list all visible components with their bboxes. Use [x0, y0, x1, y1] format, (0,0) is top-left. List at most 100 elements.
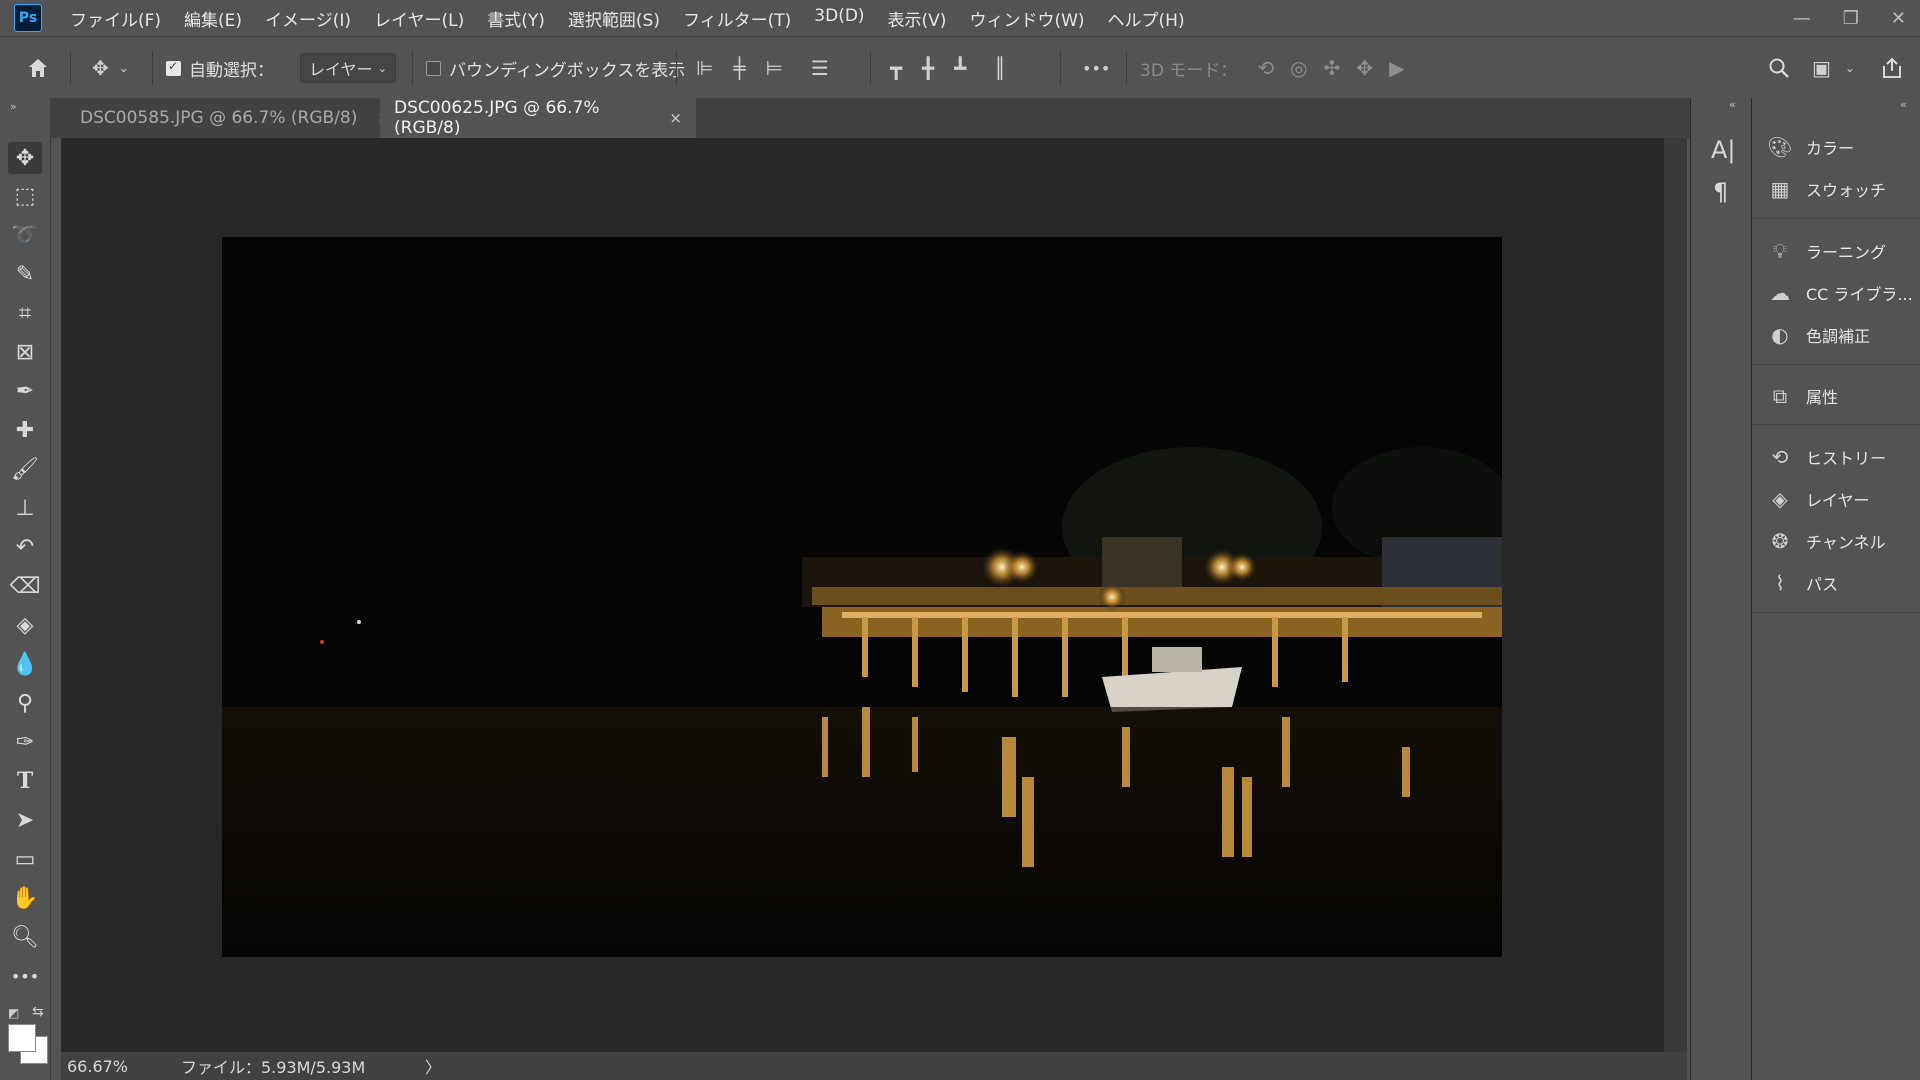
healing-tool[interactable]: ✚ [8, 414, 42, 446]
stamp-tool[interactable]: ⊥ [8, 492, 42, 524]
panel-layers[interactable]: ◈ レイヤー [1766, 482, 1870, 516]
adjustments-icon: ◐ [1771, 323, 1789, 347]
zoom-level[interactable]: 66.67% [67, 1057, 143, 1076]
menu-edit[interactable]: 編集(E) [184, 6, 242, 31]
brush-tool[interactable]: 🖌 [8, 453, 42, 485]
status-menu-icon[interactable]: 〉 [425, 1054, 441, 1078]
close-window-icon[interactable]: ✕ [1891, 8, 1906, 29]
more-icon: ••• [10, 966, 40, 986]
panel-paths[interactable]: ⌇ パス [1766, 566, 1838, 600]
menu-image[interactable]: イメージ(I) [265, 6, 351, 31]
crop-icon: ⌗ [18, 300, 32, 326]
type-tool[interactable]: T [8, 765, 42, 797]
layer-select[interactable]: レイヤー ⌄ [300, 37, 396, 99]
close-icon[interactable]: × [669, 109, 682, 127]
chevron-down-icon: ⌄ [118, 61, 129, 75]
restore-icon[interactable]: ❐ [1843, 8, 1859, 29]
move-tool[interactable]: ✥ [8, 142, 42, 174]
move-tool-preset[interactable]: ✥ ⌄ [92, 37, 129, 99]
align-vertical-group: ┳ ╋ ┻ ║ [890, 37, 1006, 99]
move-icon: ✥ [92, 56, 109, 80]
menu-type[interactable]: 書式(Y) [487, 6, 545, 31]
rectangle-tool[interactable]: ▭ [8, 843, 42, 875]
default-colors-icon[interactable]: ◩ [8, 1006, 19, 1020]
panel-properties[interactable]: ⧉ 属性 [1766, 379, 1838, 413]
panel-color[interactable]: 🎨︎ カラー [1766, 130, 1854, 164]
orbit-icon[interactable]: ⟲ [1257, 56, 1274, 80]
search-button[interactable] [1768, 37, 1790, 99]
align-bottom-icon[interactable]: ┻ [954, 56, 966, 80]
expand-tools-icon[interactable]: » [10, 100, 17, 113]
slide-icon[interactable]: ✥ [1356, 56, 1373, 80]
swap-colors-icon[interactable]: ⇆ [32, 1004, 44, 1020]
distribute-vertical-icon[interactable]: ║ [994, 56, 1006, 80]
paragraph-icon[interactable]: ¶ [1713, 178, 1728, 206]
panel-channels[interactable]: ❂ チャンネル [1766, 524, 1886, 558]
share-button[interactable] [1880, 37, 1904, 99]
menu-filter[interactable]: フィルター(T) [683, 6, 791, 31]
dodge-tool[interactable]: ⚲ [8, 687, 42, 719]
auto-select-check-icon [166, 59, 181, 76]
collapse-panels-icon[interactable]: « [1900, 98, 1907, 111]
camera-icon[interactable]: ▶ [1389, 56, 1404, 80]
menu-layer[interactable]: レイヤー(L) [374, 6, 464, 31]
blur-tool[interactable]: 💧 [8, 648, 42, 680]
panel-swatches[interactable]: ▦ スウォッチ [1766, 172, 1886, 206]
menu-help[interactable]: ヘルプ(H) [1108, 6, 1185, 31]
path-select-tool[interactable]: ➤ [8, 804, 42, 836]
menu-view[interactable]: 表示(V) [888, 6, 947, 31]
menu-select[interactable]: 選択範囲(S) [568, 6, 660, 31]
align-right-icon[interactable]: ⊨ [765, 56, 782, 80]
distribute-icon[interactable]: ☰ [811, 56, 829, 80]
foreground-color-swatch[interactable] [8, 1024, 36, 1052]
roll-icon[interactable]: ◎ [1290, 56, 1307, 80]
align-top-icon[interactable]: ┳ [890, 56, 902, 80]
auto-select-checkbox[interactable]: 自動選択： [166, 37, 274, 99]
cc-libraries-icon: ☁ [1770, 281, 1790, 305]
history-brush-tool[interactable]: ↶ [8, 531, 42, 563]
menu-3d[interactable]: 3D(D) [814, 6, 864, 31]
character-icon[interactable]: A| [1711, 136, 1736, 164]
window-controls: — ❐ ✕ [1761, 0, 1906, 36]
crop-tool[interactable]: ⌗ [8, 297, 42, 329]
align-center-icon[interactable]: ╪ [733, 56, 745, 80]
pen-tool[interactable]: ✑ [8, 726, 42, 758]
frame-tool[interactable]: ⊠ [8, 336, 42, 368]
tab-dsc00585[interactable]: DSC00585.JPG @ 66.7% (RGB/8) × [66, 98, 404, 138]
history-brush-icon: ↶ [15, 534, 35, 560]
quick-select-tool[interactable]: ✎ [8, 258, 42, 290]
hand-tool[interactable]: ✋ [8, 882, 42, 914]
panel-learn[interactable]: 💡︎ ラーニング [1766, 234, 1886, 268]
collapse-icon[interactable]: « [1729, 98, 1736, 111]
paint-bucket-tool[interactable]: ◈ [8, 609, 42, 641]
minimize-icon[interactable]: — [1793, 8, 1811, 29]
align-middle-icon[interactable]: ╋ [922, 56, 934, 80]
lasso-tool[interactable]: ➰ [8, 219, 42, 251]
bounding-box-checkbox[interactable]: バウンディングボックスを表示 [426, 37, 685, 99]
vertical-scrollbar[interactable] [1664, 138, 1687, 1052]
arrow-icon: ➤ [15, 807, 35, 833]
marquee-tool[interactable]: ⬚ [8, 180, 42, 212]
brush-icon: 🖌 [11, 456, 39, 482]
bulb-icon: 💡︎ [1773, 239, 1787, 263]
more-tools-button[interactable]: ••• [8, 960, 42, 992]
menu-file[interactable]: ファイル(F) [70, 6, 161, 31]
panel-label: レイヤー [1806, 491, 1870, 510]
auto-select-label: 自動選択： [189, 60, 274, 81]
workspace-button[interactable]: ▣ ⌄ [1812, 37, 1855, 99]
pan-icon[interactable]: ✣ [1324, 56, 1341, 80]
zoom-tool[interactable]: 🔍︎ [8, 921, 42, 953]
tab-dsc00625[interactable]: DSC00625.JPG @ 66.7% (RGB/8) × [380, 98, 696, 138]
document-image[interactable] [222, 237, 1502, 957]
panel-cc-libraries[interactable]: ☁ CC ライブラ... [1766, 276, 1913, 310]
menu-window[interactable]: ウィンドウ(W) [969, 6, 1084, 31]
panel-adjustments[interactable]: ◐ 色調補正 [1766, 318, 1870, 352]
layers-icon: ◈ [1772, 487, 1788, 511]
align-left-icon[interactable]: ⊫ [696, 56, 713, 80]
panel-history[interactable]: ⟲ ヒストリー [1766, 440, 1886, 474]
eyedropper-tool[interactable]: ✒ [8, 375, 42, 407]
paths-icon: ⌇ [1775, 571, 1785, 595]
more-options-button[interactable]: ••• [1082, 37, 1110, 99]
eraser-tool[interactable]: ⌫ [8, 570, 42, 602]
home-button[interactable] [26, 37, 50, 99]
